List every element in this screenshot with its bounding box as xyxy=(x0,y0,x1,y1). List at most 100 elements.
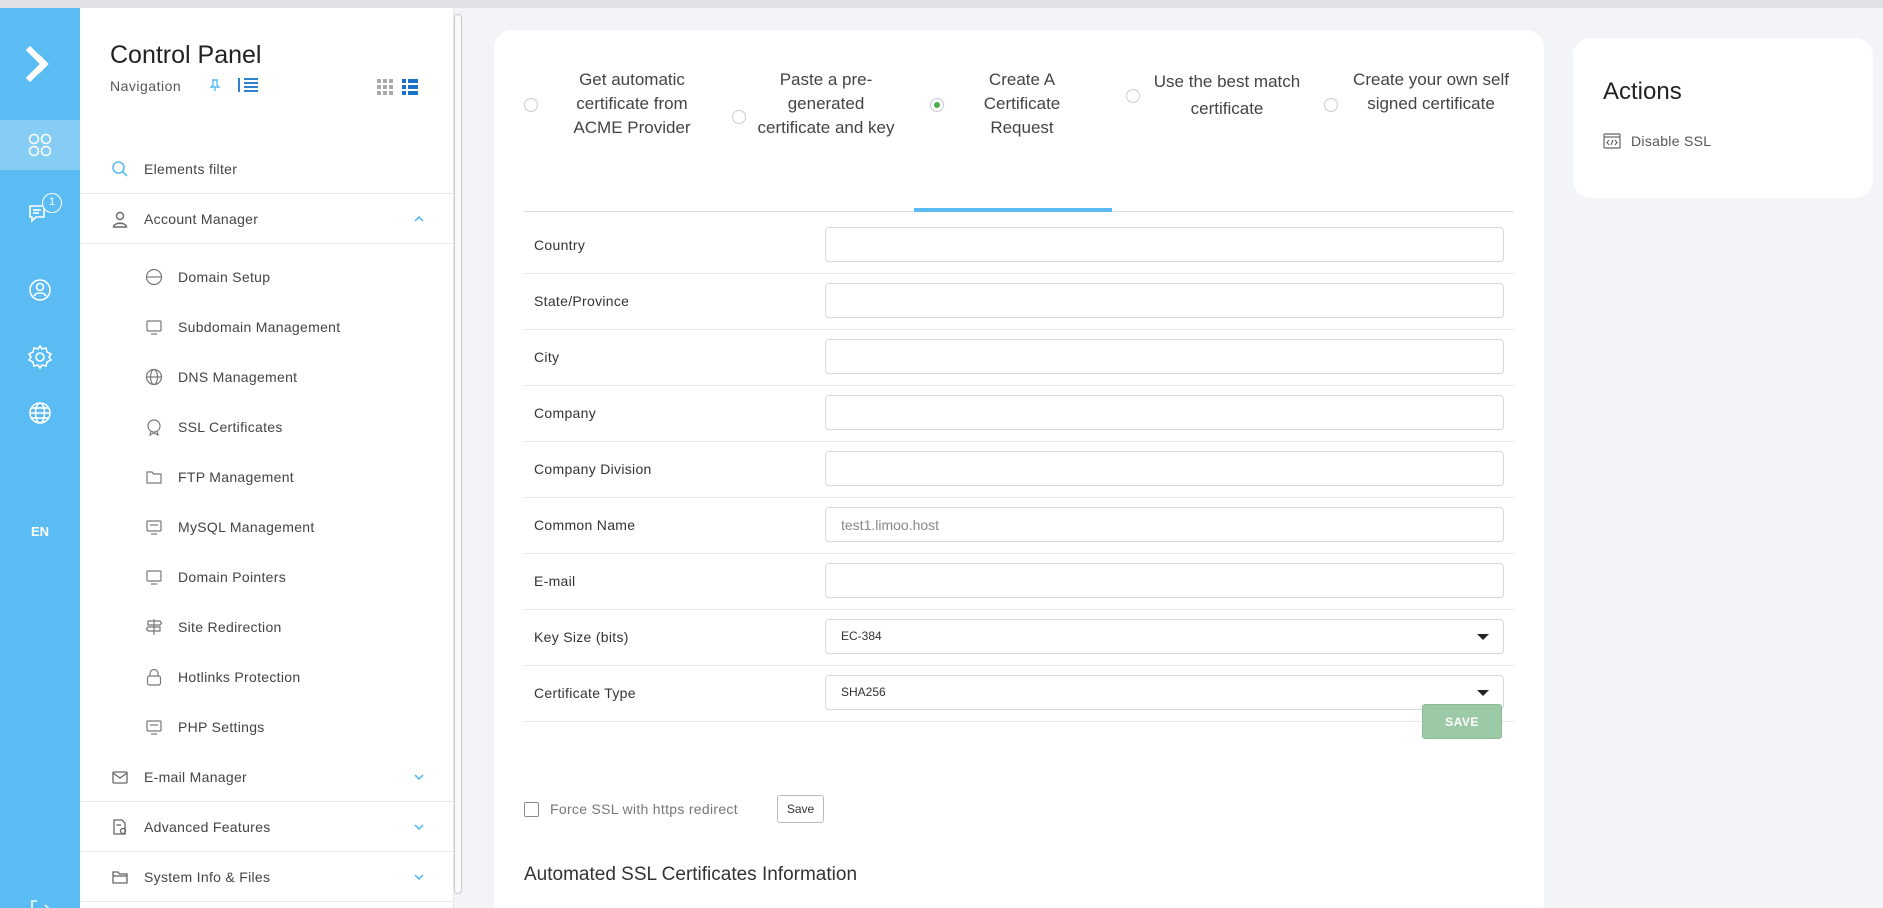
ssl-icon xyxy=(144,417,164,437)
ftp-icon xyxy=(144,467,164,487)
radio-create-request[interactable] xyxy=(930,98,944,112)
account-manager-label: Account Manager xyxy=(144,210,259,227)
language-label[interactable]: EN xyxy=(0,524,80,539)
advanced-features-section[interactable]: Advanced Features xyxy=(80,802,454,852)
country-label: Country xyxy=(534,237,586,253)
force-ssl-label: Force SSL with https redirect xyxy=(550,801,738,817)
search-icon xyxy=(110,159,130,179)
grid-view-icon[interactable] xyxy=(377,79,393,95)
icon-rail: 1 EN xyxy=(0,8,80,908)
caret-down-icon xyxy=(1477,634,1489,640)
cert-type-row: Certificate Type SHA256 xyxy=(524,666,1514,722)
country-input[interactable] xyxy=(825,227,1504,262)
sidebar-item-ssl-certificates[interactable]: SSL Certificates xyxy=(80,402,454,452)
sidebar-item-domain-pointers[interactable]: Domain Pointers xyxy=(80,552,454,602)
detail-view-icon[interactable] xyxy=(402,79,418,95)
sidebar-item-ftp-management[interactable]: FTP Management xyxy=(80,452,454,502)
country-row: Country xyxy=(524,218,1514,274)
rail-logout[interactable] xyxy=(0,884,80,908)
chevron-down-icon xyxy=(414,774,424,781)
actions-title: Actions xyxy=(1603,78,1682,105)
sidebar-item-mysql-management[interactable]: MySQL Management xyxy=(80,502,454,552)
tab-self-signed[interactable]: Create your own self signed certificate xyxy=(1324,68,1514,212)
chevron-down-icon xyxy=(414,874,424,881)
city-input[interactable] xyxy=(825,339,1504,374)
sidebar-scrollbar[interactable] xyxy=(454,14,462,894)
radio-acme[interactable] xyxy=(524,98,538,112)
actions-panel: Actions Disable SSL xyxy=(1573,38,1873,198)
force-ssl-row: Force SSL with https redirect xyxy=(524,796,738,822)
dns-icon xyxy=(144,367,164,387)
sidebar-item-domain-setup[interactable]: Domain Setup xyxy=(80,252,454,302)
mysql-icon xyxy=(144,517,164,537)
common-name-input[interactable] xyxy=(825,507,1504,542)
dashboard-icon xyxy=(28,133,52,157)
sidebar-item-subdomain-management[interactable]: Subdomain Management xyxy=(80,302,454,352)
navigation-sidebar: Control Panel Navigation Elements filter… xyxy=(80,8,454,908)
advanced-features-label: Advanced Features xyxy=(144,818,271,835)
user-icon xyxy=(29,279,51,301)
sidebar-item-label: DNS Management xyxy=(178,369,298,385)
logo-icon[interactable] xyxy=(18,42,62,86)
sidebar-item-label: SSL Certificates xyxy=(178,419,283,435)
sidebar-item-php-settings[interactable]: PHP Settings xyxy=(80,702,454,752)
company-label: Company xyxy=(534,405,597,421)
list-view-icon[interactable] xyxy=(237,76,259,94)
email-label: E-mail xyxy=(534,573,576,589)
email-manager-section[interactable]: E-mail Manager xyxy=(80,752,454,802)
chevron-up-icon xyxy=(414,215,424,222)
sidebar-item-label: FTP Management xyxy=(178,469,294,485)
email-row: E-mail xyxy=(524,554,1514,610)
rail-language[interactable] xyxy=(0,388,80,438)
state-input[interactable] xyxy=(825,283,1504,318)
radio-best-match[interactable] xyxy=(1126,89,1140,103)
sidebar-item-label: Domain Pointers xyxy=(178,569,286,585)
key-size-label: Key Size (bits) xyxy=(534,629,629,645)
system-info-section[interactable]: System Info & Files xyxy=(80,852,454,902)
state-row: State/Province xyxy=(524,274,1514,330)
cert-type-select[interactable]: SHA256 xyxy=(825,675,1504,710)
advanced-features-icon xyxy=(110,817,130,837)
sidebar-item-hotlinks-protection[interactable]: Hotlinks Protection xyxy=(80,652,454,702)
tab-label: Paste a pre-generated certificate and ke… xyxy=(757,70,895,137)
rail-settings[interactable] xyxy=(0,332,80,382)
lock-icon xyxy=(144,667,164,687)
division-input[interactable] xyxy=(825,451,1504,486)
radio-self-signed[interactable] xyxy=(1324,98,1338,112)
account-icon xyxy=(110,209,130,229)
tab-label: Create A Certificate Request xyxy=(983,70,1061,137)
disable-ssl-action[interactable]: Disable SSL xyxy=(1603,133,1711,149)
tab-paste-certificate[interactable]: Paste a pre-generated certificate and ke… xyxy=(732,68,902,212)
settings-icon xyxy=(27,344,53,370)
caret-down-icon xyxy=(1477,690,1489,696)
sidebar-item-site-redirection[interactable]: Site Redirection xyxy=(80,602,454,652)
save-button[interactable]: SAVE xyxy=(1422,704,1502,739)
ssl-main-card: Get automatic certificate from ACME Prov… xyxy=(494,30,1544,908)
rail-user[interactable] xyxy=(0,265,80,315)
account-manager-section[interactable]: Account Manager xyxy=(80,194,454,244)
sidebar-item-label: Site Redirection xyxy=(178,619,282,635)
pin-icon[interactable] xyxy=(208,78,222,92)
php-icon xyxy=(144,717,164,737)
tab-acme-provider[interactable]: Get automatic certificate from ACME Prov… xyxy=(524,68,714,212)
rail-dashboard[interactable] xyxy=(0,120,80,170)
force-ssl-save-button[interactable]: Save xyxy=(777,795,824,823)
mail-icon xyxy=(110,767,130,787)
active-tab-indicator xyxy=(914,208,1112,212)
sidebar-item-dns-management[interactable]: DNS Management xyxy=(80,352,454,402)
company-row: Company xyxy=(524,386,1514,442)
tab-label: Use the best match certificate xyxy=(1153,72,1301,118)
email-input[interactable] xyxy=(825,563,1504,598)
tab-best-match[interactable]: Use the best match certificate xyxy=(1126,68,1306,212)
key-size-select[interactable]: EC-384 xyxy=(825,619,1504,654)
radio-paste[interactable] xyxy=(732,110,746,124)
tab-create-request[interactable]: Create A Certificate Request xyxy=(930,68,1110,212)
elements-filter-label: Elements filter xyxy=(144,160,238,177)
force-ssl-checkbox[interactable] xyxy=(524,801,539,817)
key-size-row: Key Size (bits) EC-384 xyxy=(524,610,1514,666)
rail-messages[interactable]: 1 xyxy=(0,188,80,238)
elements-filter[interactable]: Elements filter xyxy=(80,144,454,194)
company-input[interactable] xyxy=(825,395,1504,430)
globe-icon xyxy=(29,402,51,424)
sidebar-item-label: Subdomain Management xyxy=(178,319,341,335)
